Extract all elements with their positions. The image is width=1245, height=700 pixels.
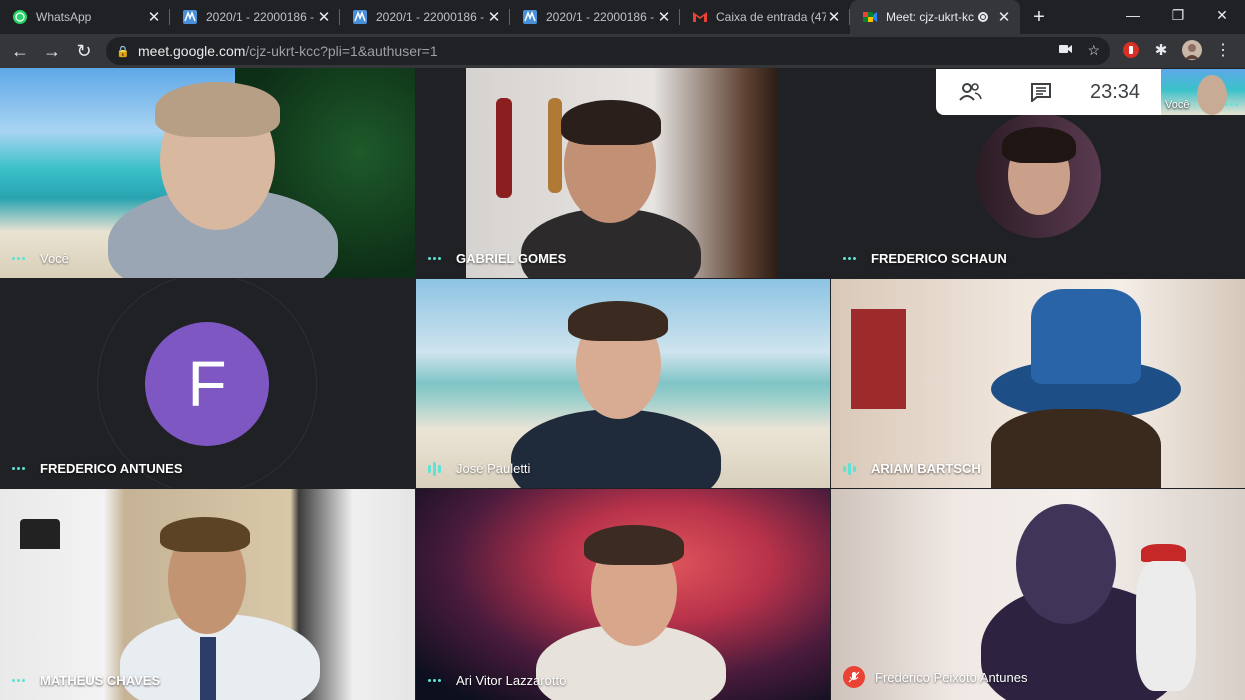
participant-name: MATHEUS CHAVES [40, 673, 161, 688]
restore-button[interactable]: ❐ [1155, 0, 1201, 30]
self-view-thumbnail[interactable]: Você [1161, 69, 1245, 115]
participant-label: ARIAM BARTSCH [843, 461, 981, 476]
meet-icon [862, 9, 878, 25]
more-options-icon[interactable] [12, 257, 28, 260]
participant-label: FREDERICO SCHAUN [843, 251, 1007, 266]
tab-title: 2020/1 - 22000186 - [546, 10, 655, 24]
participant-name: FREDERICO ANTUNES [40, 461, 183, 476]
participant-name: Ari Vitor Lazzarotto [456, 673, 567, 688]
participant-tile-ari[interactable]: Ari Vitor Lazzarotto [416, 489, 830, 700]
participant-name: Frederico Peixoto Antunes [875, 669, 1028, 685]
participant-label: GABRIEL GOMES [428, 251, 566, 266]
people-button[interactable] [936, 69, 1006, 115]
close-icon[interactable]: ✕ [486, 8, 502, 26]
chat-icon [1031, 83, 1051, 102]
tab-title: Caixa de entrada (47 [716, 10, 826, 24]
avatar: F [145, 322, 269, 446]
bookmark-star-icon[interactable]: ☆ [1087, 42, 1100, 59]
moodle-icon [522, 9, 538, 25]
gmail-icon [692, 9, 708, 25]
participant-tile-self[interactable]: Você [0, 68, 415, 278]
more-options-icon[interactable] [843, 257, 859, 260]
whatsapp-icon [12, 9, 28, 25]
speaking-indicator-icon [843, 462, 861, 476]
participant-label: José Pauletti [428, 461, 530, 476]
moodle-icon [352, 9, 368, 25]
video-grid: Você GABRIEL GOMES FREDERICO SCHAUN F FR… [0, 68, 1245, 700]
participant-tile-frederico-peixoto[interactable]: Frederico Peixoto Antunes [831, 489, 1245, 700]
url-path: /cjz-ukrt-kcc?pli=1&authuser=1 [245, 43, 438, 59]
participant-tile-matheus[interactable]: MATHEUS CHAVES [0, 489, 415, 700]
participant-name: ARIAM BARTSCH [871, 461, 981, 476]
participant-label: Você [12, 251, 69, 266]
participant-label: MATHEUS CHAVES [12, 673, 160, 688]
close-icon[interactable]: ✕ [146, 8, 162, 26]
meet-top-panel: 23:34 [936, 69, 1161, 115]
tab-meet[interactable]: Meet: cjz-ukrt-kc ✕ [850, 0, 1020, 34]
extension-icon[interactable] [1119, 38, 1143, 62]
participant-label: Ari Vitor Lazzarotto [428, 673, 566, 688]
close-icon[interactable]: ✕ [656, 8, 672, 26]
profile-avatar[interactable] [1180, 38, 1204, 62]
tab-title: WhatsApp [36, 10, 92, 24]
participant-name: GABRIEL GOMES [456, 251, 567, 266]
tab-moodle-2[interactable]: 2020/1 - 22000186 - ✕ [340, 0, 510, 34]
participant-name: FREDERICO SCHAUN [871, 251, 1007, 266]
participant-label: Frederico Peixoto Antunes [843, 666, 1027, 688]
self-view-label: Você [1165, 99, 1190, 111]
meeting-clock: 23:34 [1090, 80, 1141, 103]
more-options-icon[interactable] [1225, 103, 1241, 106]
close-icon[interactable]: ✕ [996, 8, 1012, 26]
participant-name: Você [40, 251, 69, 266]
browser-toolbar: ← → ↻ 🔒 meet.google.com/cjz-ukrt-kcc?pli… [0, 34, 1245, 68]
participant-tile-frederico-antunes[interactable]: F FREDERICO ANTUNES [0, 279, 415, 488]
lock-icon: 🔒 [116, 45, 130, 58]
mic-off-icon [843, 666, 865, 688]
speaking-indicator-icon [428, 461, 446, 476]
tab-strip: WhatsApp ✕ 2020/1 - 22000186 - ✕ 2020/1 … [0, 0, 1245, 34]
close-icon[interactable]: ✕ [316, 8, 332, 26]
participant-tile-gabriel[interactable]: GABRIEL GOMES [416, 68, 830, 278]
tab-gmail[interactable]: Caixa de entrada (47 ✕ [680, 0, 850, 34]
participant-tile-jose[interactable]: José Pauletti [416, 279, 830, 488]
url-host: meet.google.com [138, 43, 246, 59]
close-window-button[interactable]: ✕ [1199, 0, 1245, 30]
tab-whatsapp[interactable]: WhatsApp ✕ [0, 0, 170, 34]
reload-button[interactable]: ↻ [68, 36, 100, 66]
close-icon[interactable]: ✕ [826, 8, 842, 26]
back-button[interactable]: ← [4, 36, 36, 66]
address-bar[interactable]: 🔒 meet.google.com/cjz-ukrt-kcc?pli=1&aut… [106, 37, 1110, 65]
new-tab-button[interactable]: + [1024, 0, 1054, 34]
participant-name: José Pauletti [456, 461, 531, 476]
participant-tile-ariam[interactable]: ARIAM BARTSCH [831, 279, 1245, 488]
menu-icon[interactable]: ⋮ [1211, 38, 1235, 62]
camera-icon[interactable] [1059, 42, 1073, 59]
people-icon [959, 83, 982, 101]
recording-icon [978, 12, 988, 22]
more-options-icon[interactable] [428, 257, 444, 260]
tab-moodle-1[interactable]: 2020/1 - 22000186 - ✕ [170, 0, 340, 34]
more-options-icon[interactable] [12, 467, 28, 470]
participant-label: FREDERICO ANTUNES [12, 461, 183, 476]
forward-button[interactable]: → [36, 36, 68, 66]
tab-moodle-3[interactable]: 2020/1 - 22000186 - ✕ [510, 0, 680, 34]
moodle-icon [182, 9, 198, 25]
tab-title: 2020/1 - 22000186 - [376, 10, 485, 24]
chat-button[interactable] [1006, 69, 1076, 115]
puzzle-icon[interactable]: ✱ [1149, 38, 1173, 62]
minimize-button[interactable]: — [1110, 0, 1156, 30]
more-options-icon[interactable] [12, 679, 28, 682]
tab-title: 2020/1 - 22000186 - [206, 10, 315, 24]
tab-title: Meet: cjz-ukrt-kc [886, 10, 975, 24]
more-options-icon[interactable] [428, 679, 444, 682]
